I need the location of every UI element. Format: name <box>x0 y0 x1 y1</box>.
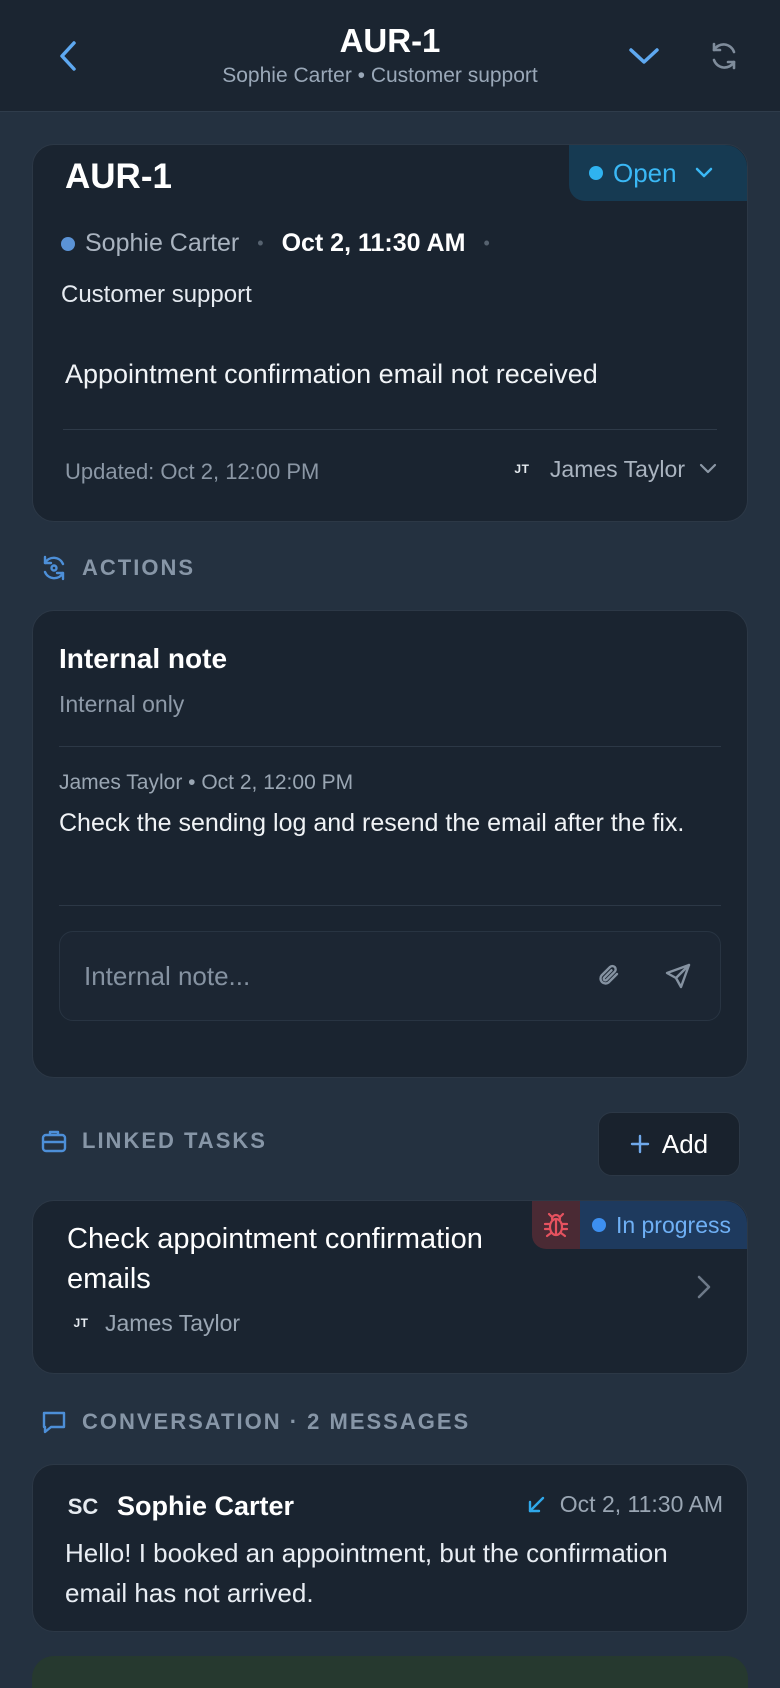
status-dropdown[interactable]: Open <box>569 145 747 201</box>
message-card: SC Sophie Carter Oct 2, 11:30 AM Hello! … <box>32 1464 748 1632</box>
chevron-down-icon <box>695 167 712 178</box>
sync-icon <box>43 555 65 581</box>
linked-tasks-heading: LINKED TASKS <box>40 1128 267 1154</box>
top-bar: AUR-1 Sophie Carter • Customer support <box>0 0 780 112</box>
ticket-card: AUR-1 Open Sophie Carter • Oct 2, 11:30 … <box>32 144 748 522</box>
refresh-icon <box>712 42 736 70</box>
task-badges: In progress <box>531 1201 747 1249</box>
task-assignee-name: James Taylor <box>105 1309 241 1336</box>
ticket-meta: Sophie Carter • Oct 2, 11:30 AM • <box>61 229 498 258</box>
divider <box>63 429 717 430</box>
ticket-updated: Updated: Oct 2, 12:00 PM <box>65 459 320 484</box>
divider <box>59 746 721 747</box>
divider <box>59 905 721 906</box>
avatar: SC <box>67 1493 99 1519</box>
chevron-down-icon <box>699 463 717 474</box>
conversation-heading: CONVERSATION · 2 MESSAGES <box>40 1408 470 1436</box>
assignee-dropdown[interactable]: JT James Taylor <box>508 455 717 483</box>
message-header: SC Sophie Carter <box>63 1491 294 1522</box>
avatar: JT <box>73 1316 89 1330</box>
message-time: Oct 2, 11:30 AM <box>559 1491 723 1517</box>
add-task-button[interactable]: Add <box>598 1112 740 1176</box>
note-body: Check the sending log and resend the ema… <box>59 809 685 837</box>
section-label: CONVERSATION · 2 MESSAGES <box>82 1409 471 1434</box>
avatar: JT <box>514 462 530 476</box>
ticket-id: AUR-1 <box>65 157 172 196</box>
message-card-partial <box>32 1656 748 1688</box>
requester-dot <box>61 236 75 251</box>
note-subtitle: Internal only <box>59 691 185 717</box>
task-status-badge: In progress <box>579 1201 747 1249</box>
assignee-name: James Taylor <box>549 455 685 482</box>
status-dot <box>591 1218 606 1232</box>
bug-badge <box>531 1201 580 1249</box>
plus-icon <box>630 1134 650 1154</box>
chevron-right-icon <box>697 1275 711 1299</box>
refresh-button[interactable] <box>704 36 744 76</box>
separator: • <box>257 233 264 253</box>
section-label: LINKED TASKS <box>82 1128 267 1153</box>
separator: • <box>483 233 490 253</box>
note-meta: James Taylor • Oct 2, 12:00 PM <box>59 771 354 794</box>
message-sender: Sophie Carter <box>117 1491 295 1521</box>
status-label: Open <box>613 157 677 188</box>
note-input-box <box>59 931 721 1021</box>
internal-note-input[interactable] <box>84 932 554 1020</box>
chevron-down-icon <box>629 48 659 64</box>
briefcase-icon <box>41 1130 67 1153</box>
status-dot <box>589 166 603 180</box>
actions-section-heading: ACTIONS <box>40 554 195 582</box>
send-icon <box>665 963 691 989</box>
task-status-label: In progress <box>615 1211 731 1238</box>
internal-note-card: Internal note Internal only James Taylor… <box>32 610 748 1078</box>
task-assignee: JT James Taylor <box>67 1309 240 1337</box>
send-button[interactable] <box>660 958 696 994</box>
task-title: Check appointment confirmation emails <box>67 1223 483 1295</box>
note-title: Internal note <box>59 643 228 674</box>
attach-button[interactable] <box>592 958 628 994</box>
chat-icon <box>42 1411 66 1434</box>
linked-task-card[interactable]: Check appointment confirmation emails JT… <box>32 1200 748 1374</box>
ticket-category: Customer support <box>61 281 252 308</box>
ticket-date: Oct 2, 11:30 AM <box>281 229 466 257</box>
requester-name: Sophie Carter <box>85 229 240 257</box>
expand-button[interactable] <box>624 36 664 76</box>
arrow-down-left-icon <box>528 1496 544 1512</box>
open-task-button[interactable] <box>689 1269 719 1305</box>
message-time-wrap: Oct 2, 11:30 AM <box>526 1491 723 1518</box>
section-label: ACTIONS <box>82 555 195 580</box>
message-body: Hello! I booked an appointment, but the … <box>65 1538 668 1608</box>
add-label: Add <box>661 1128 709 1159</box>
paperclip-icon <box>599 964 619 985</box>
ticket-subject: Appointment confirmation email not recei… <box>65 359 598 389</box>
bug-icon <box>543 1212 569 1238</box>
